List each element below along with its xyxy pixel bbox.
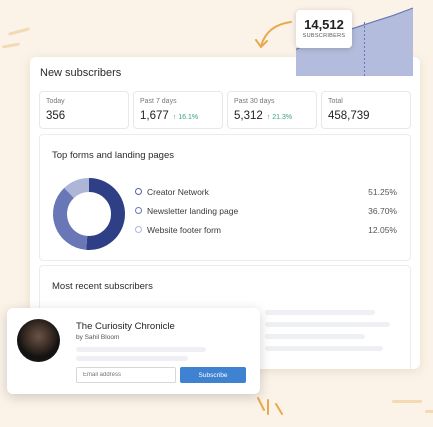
- legend-marker-icon: [135, 207, 142, 214]
- background-stroke: [392, 400, 422, 403]
- stat-past-7-days: Past 7 days 1,677 ↑ 16.1%: [133, 91, 223, 129]
- tooltip-value: 14,512: [304, 17, 344, 32]
- stat-value: 1,677 ↑ 16.1%: [140, 110, 199, 122]
- top-forms-section: Top forms and landing pages Creator Netw…: [39, 134, 411, 261]
- placeholder-line: [265, 310, 375, 315]
- placeholder-line: [265, 346, 383, 351]
- sparkle-icon: [257, 397, 283, 415]
- stat-label: Total: [328, 98, 343, 105]
- legend-marker-icon: [135, 188, 142, 195]
- stat-total: Total 458,739: [321, 91, 411, 129]
- stat-label: Past 7 days: [140, 98, 177, 105]
- stat-value: 356: [46, 110, 66, 122]
- background-stroke: [1, 42, 21, 49]
- avatar: [17, 319, 60, 362]
- newsletter-title: The Curiosity Chronicle: [76, 321, 175, 332]
- stat-label: Today: [46, 98, 65, 105]
- donut-slice-creator-network: [86, 178, 125, 250]
- placeholder-line: [265, 322, 390, 327]
- stat-past-30-days: Past 30 days 5,312 ↑ 21.3%: [227, 91, 317, 129]
- stat-value: 458,739: [328, 110, 370, 122]
- newsletter-signup-card: The Curiosity Chronicle by Sahil Bloom S…: [7, 308, 260, 394]
- background-stroke: [425, 410, 433, 413]
- stat-today: Today 356: [39, 91, 129, 129]
- background-stroke: [7, 27, 31, 36]
- donut-chart: [53, 178, 125, 250]
- placeholder-line: [265, 334, 365, 339]
- placeholder-line: [76, 347, 206, 352]
- donut-slice-newsletter-landing-page: [53, 187, 88, 250]
- email-field[interactable]: [76, 367, 176, 383]
- stat-change: ↑ 21.3%: [266, 114, 293, 121]
- section-title: Most recent subscribers: [52, 281, 153, 292]
- chart-tooltip: 14,512 SUBSCRIBERS: [296, 10, 352, 48]
- section-title: Top forms and landing pages: [52, 150, 174, 161]
- stat-change: ↑ 16.1%: [172, 114, 199, 121]
- tooltip-label: SUBSCRIBERS: [302, 33, 346, 39]
- placeholder-line: [76, 356, 188, 361]
- newsletter-byline: by Sahil Bloom: [76, 334, 120, 341]
- curved-arrow-icon: [255, 21, 292, 48]
- stat-label: Past 30 days: [234, 98, 275, 105]
- subscribe-button[interactable]: Subscribe: [180, 367, 246, 383]
- stat-value: 5,312 ↑ 21.3%: [234, 110, 293, 122]
- card-title: New subscribers: [40, 67, 122, 79]
- donut-slice-website-footer-form: [64, 178, 90, 199]
- legend-marker-icon: [135, 226, 142, 233]
